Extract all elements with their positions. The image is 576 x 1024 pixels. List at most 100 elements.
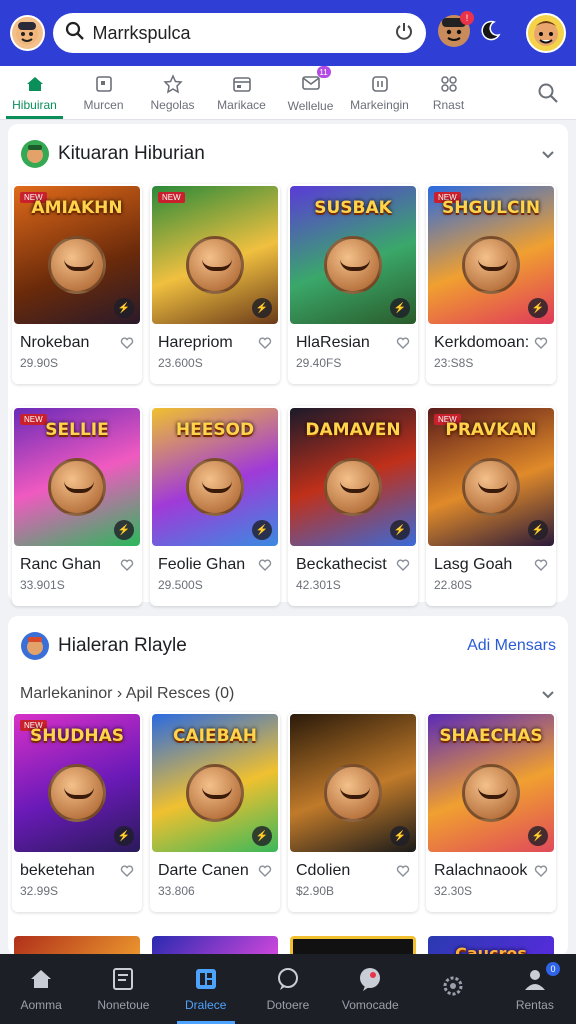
game-card[interactable]: NEW PRAVKAN ⚡ Lasg Goah 22.80S (426, 406, 556, 606)
game-thumbnail[interactable]: HEESOD ⚡ (152, 408, 278, 546)
tabs-search-button[interactable] (520, 66, 576, 119)
card-title-row: Kerkdomoan: (426, 326, 556, 352)
game-card[interactable]: NEW SELLIE ⚡ Ranc Ghan 33.901S (12, 406, 142, 606)
game-card[interactable]: DAMAVEN ⚡ Beckathecist 42.301S (288, 406, 418, 606)
heart-icon[interactable] (534, 558, 548, 572)
nav-voice[interactable]: Vomocade (329, 954, 411, 1024)
game-price: 33.901S (20, 578, 65, 592)
nav-label: Aomma (20, 998, 62, 1012)
game-thumbnail[interactable]: DAMAVEN ⚡ (290, 408, 416, 546)
game-price: 33.806 (158, 884, 195, 898)
heart-icon[interactable] (258, 336, 272, 350)
search-bar[interactable]: Marrkspulca (52, 13, 426, 53)
heart-icon[interactable] (396, 558, 410, 572)
nav-browse[interactable]: Dralece (165, 954, 247, 1024)
game-card[interactable]: NEW SHUDHAS ⚡ beketehan 32.99S (12, 712, 142, 912)
home-icon (26, 76, 43, 91)
character-art (186, 236, 244, 294)
game-art-title: SELLIE (45, 420, 109, 440)
game-thumbnail[interactable]: NEW SELLIE ⚡ (14, 408, 140, 546)
nav-rentas[interactable]: 0 Rentas (494, 954, 576, 1024)
game-art-title: SUSBAK (314, 198, 392, 218)
game-card[interactable]: CAIEBAH ⚡ Darte Canen 33.806 (150, 712, 280, 912)
game-thumbnail[interactable]: NEW SHUDHAS ⚡ (14, 714, 140, 852)
grid-icon (195, 969, 216, 989)
game-thumbnail[interactable]: ⚡ (290, 714, 416, 852)
heart-icon[interactable] (534, 864, 548, 878)
friend-avatar[interactable]: ! (436, 10, 474, 54)
heart-icon[interactable] (396, 336, 410, 350)
heart-icon[interactable] (396, 864, 410, 878)
speaker-icon (360, 968, 381, 991)
game-art-title: SHAECHAS (439, 726, 543, 746)
game-card[interactable]: NEW ⚡ Harepriom 23.600S (150, 184, 280, 384)
heart-icon[interactable] (120, 864, 134, 878)
game-price: $2.90B (296, 884, 335, 898)
game-card[interactable]: HEESOD ⚡ Feolie Ghan 29.500S (150, 406, 280, 606)
game-price: 32.99S (20, 884, 59, 898)
nav-settings[interactable] (411, 954, 493, 1024)
game-card[interactable]: SHAECHAS ⚡ Ralachnaook 32.30S (426, 712, 556, 912)
nav-library[interactable]: Nonetoue (82, 954, 164, 1024)
game-title: beketehan (20, 862, 95, 879)
tab-negolas[interactable]: Negolas (138, 66, 207, 119)
game-art-title: DAMAVEN (305, 420, 401, 440)
heart-icon[interactable] (258, 558, 272, 572)
game-card[interactable]: ⚡ Cdolien $2.90B (288, 712, 418, 912)
search-icon (65, 21, 85, 46)
nav-chat[interactable]: Dotoere (247, 954, 329, 1024)
heart-icon[interactable] (534, 336, 548, 350)
game-thumbnail[interactable]: NEW ⚡ (152, 186, 278, 324)
game-art-title: CAIEBAH (173, 726, 257, 746)
game-thumbnail[interactable]: SHAECHAS ⚡ (428, 714, 554, 852)
heart-icon[interactable] (120, 558, 134, 572)
card-title-row: HlaResian (288, 326, 418, 352)
section-popular: Hialeran Rlayle Adi Mensars Marlekaninor… (8, 616, 568, 970)
tab-murcen[interactable]: Murcen (69, 66, 138, 119)
tab-marikace[interactable]: Marikace (207, 66, 276, 119)
game-art-title: PRAVKAN (445, 420, 537, 440)
chevron-down-icon[interactable] (540, 686, 556, 702)
user-avatar[interactable] (10, 15, 45, 51)
game-price: 32.30S (434, 884, 473, 898)
game-price: 29.40FS (296, 356, 342, 370)
filter-row[interactable]: Marlekaninor › Apil Resces (0) (8, 676, 568, 712)
game-card[interactable]: NEW SHGULCIN ⚡ Kerkdomoan: 23:S8S (426, 184, 556, 384)
chevron-down-icon[interactable] (540, 146, 556, 162)
game-title: Lasg Goah (434, 556, 513, 573)
card-title-row: Cdolien (288, 854, 418, 880)
nav-badge: 0 (545, 962, 560, 976)
game-thumbnail[interactable]: NEW SHGULCIN ⚡ (428, 186, 554, 324)
tab-markeingin[interactable]: Markeingin (345, 66, 414, 119)
character-art (186, 764, 244, 822)
game-card[interactable]: SUSBAK ⚡ HlaResian 29.40FS (288, 184, 418, 384)
profile-avatar[interactable] (526, 13, 566, 53)
home-icon (31, 970, 52, 988)
game-grid: NEW AMIAKHN ⚡ Nrokeban 29.90S NEW ⚡ Harepriom 23… (8, 184, 568, 606)
tab-hibuiran[interactable]: Hibuiran (0, 66, 69, 119)
card-title-row: Beckathecist (288, 548, 418, 574)
power-icon[interactable] (394, 21, 414, 46)
game-thumbnail[interactable]: SUSBAK ⚡ (290, 186, 416, 324)
moon-icon[interactable] (478, 19, 502, 48)
tab-rnast[interactable]: Rnast (414, 66, 483, 119)
game-art-title: SHUDHAS (29, 726, 124, 746)
character-art (324, 764, 382, 822)
game-thumbnail[interactable]: NEW AMIAKHN ⚡ (14, 186, 140, 324)
tab-wellelue[interactable]: 11 Wellelue (276, 66, 345, 119)
game-title: Beckathecist (296, 556, 387, 573)
game-thumbnail[interactable]: CAIEBAH ⚡ (152, 714, 278, 852)
nav-home[interactable]: Aomma (0, 954, 82, 1024)
game-title: Kerkdomoan: (434, 334, 530, 351)
see-all-link[interactable]: Adi Mensars (467, 637, 556, 655)
character-art (462, 236, 520, 294)
search-input[interactable]: Marrkspulca (93, 23, 394, 44)
game-card[interactable]: NEW AMIAKHN ⚡ Nrokeban 29.90S (12, 184, 142, 384)
heart-icon[interactable] (258, 864, 272, 878)
section-header: Kituaran Hiburian (8, 124, 568, 184)
game-thumbnail[interactable]: NEW PRAVKAN ⚡ (428, 408, 554, 546)
heart-icon[interactable] (120, 336, 134, 350)
boost-icon: ⚡ (252, 826, 272, 846)
card-title-row: Ralachnaook (426, 854, 556, 880)
card-title-row: Ranc Ghan (12, 548, 142, 574)
